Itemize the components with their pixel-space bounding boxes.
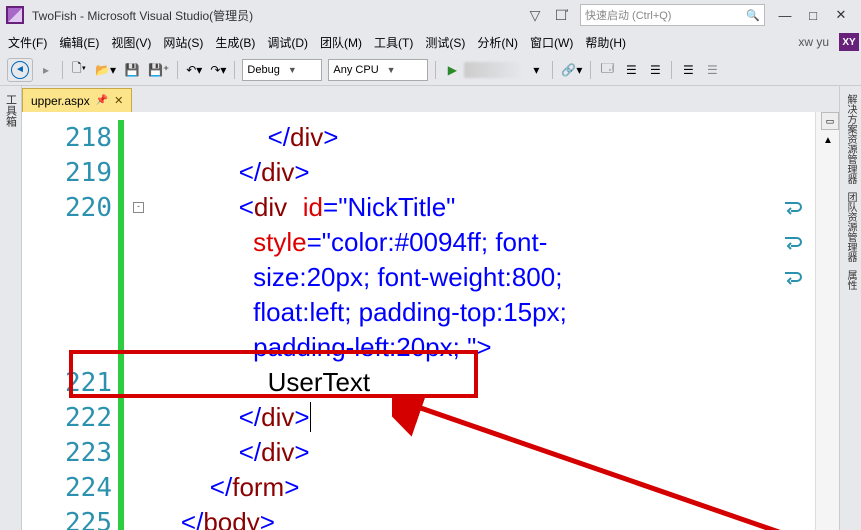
solution-explorer-tab[interactable]: 解决方案资源管理器 bbox=[843, 94, 858, 184]
toolbox-icon[interactable]: 🗔 bbox=[596, 58, 618, 82]
left-tool-rail[interactable]: 工具箱 bbox=[0, 86, 22, 530]
properties-tab[interactable]: 属性 bbox=[843, 270, 858, 290]
workspace: 工具箱 upper.aspx 📌 ✕ ▭ ▲ 218 </div> bbox=[0, 86, 861, 530]
change-marker bbox=[118, 190, 124, 225]
line-number: 219 bbox=[22, 158, 118, 188]
tab-close-icon[interactable]: ✕ bbox=[114, 94, 123, 107]
menu-team[interactable]: 团队(M) bbox=[314, 31, 368, 54]
menu-analyze[interactable]: 分析(N) bbox=[471, 31, 524, 54]
toolbox-panel-tab[interactable]: 工具箱 bbox=[3, 94, 19, 127]
line-number: 218 bbox=[22, 123, 118, 153]
menu-debug[interactable]: 调试(D) bbox=[261, 31, 314, 54]
nav-forward-button[interactable]: ▸ bbox=[35, 58, 57, 82]
wrap-indicator-icon bbox=[783, 267, 803, 287]
vs-logo-icon bbox=[6, 6, 24, 24]
menu-view[interactable]: 视图(V) bbox=[105, 31, 157, 54]
menu-bar: 文件(F) 编辑(E) 视图(V) 网站(S) 生成(B) 调试(D) 团队(M… bbox=[0, 30, 861, 54]
open-file-button[interactable]: 📂▾ bbox=[92, 58, 119, 82]
change-marker bbox=[118, 295, 124, 330]
close-button[interactable]: ✕ bbox=[827, 4, 855, 26]
indent-icon[interactable]: ☰ bbox=[620, 58, 642, 82]
nav-back-button[interactable]: ◄ bbox=[7, 58, 33, 82]
toolbar: ◄ ▸ 🗋▾ 📂▾ 💾 💾⁺ ↶▾ ↷▾ Debug▼ Any CPU▼ ▶ ▾… bbox=[0, 54, 861, 86]
wrap-indicator-icon bbox=[783, 232, 803, 252]
quick-launch-input[interactable]: 快速启动 (Ctrl+Q) 🔍 bbox=[580, 4, 765, 26]
wrap-indicator-icon bbox=[783, 197, 803, 217]
notification-icon[interactable]: ▽ bbox=[525, 5, 545, 25]
right-tool-rail: 解决方案资源管理器 团队资源管理器 属性 bbox=[839, 86, 861, 530]
outdent-icon[interactable]: ☰ bbox=[644, 58, 666, 82]
line-number: 220 bbox=[22, 193, 118, 223]
user-badge[interactable]: XY bbox=[839, 33, 859, 51]
redo-button[interactable]: ↷▾ bbox=[207, 58, 229, 82]
new-project-button[interactable]: 🗋▾ bbox=[68, 58, 90, 82]
comment-icon[interactable]: ☰ bbox=[677, 58, 699, 82]
tab-label: upper.aspx bbox=[31, 94, 90, 108]
uncomment-icon[interactable]: ☰ bbox=[701, 58, 723, 82]
platform-dropdown[interactable]: Any CPU▼ bbox=[328, 59, 428, 81]
menu-file[interactable]: 文件(F) bbox=[2, 31, 53, 54]
change-marker bbox=[118, 260, 124, 295]
menu-window[interactable]: 窗口(W) bbox=[524, 31, 579, 54]
minimize-button[interactable]: — bbox=[771, 4, 799, 26]
undo-button[interactable]: ↶▾ bbox=[183, 58, 205, 82]
line-number: 223 bbox=[22, 438, 118, 468]
menu-tools[interactable]: 工具(T) bbox=[368, 31, 419, 54]
menu-edit[interactable]: 编辑(E) bbox=[53, 31, 105, 54]
change-marker bbox=[118, 400, 124, 435]
start-button[interactable]: ▶ bbox=[441, 58, 463, 82]
editor-tabs: upper.aspx 📌 ✕ bbox=[22, 86, 839, 112]
tab-upper-aspx[interactable]: upper.aspx 📌 ✕ bbox=[22, 88, 132, 112]
line-number: 225 bbox=[22, 508, 118, 530]
config-dropdown[interactable]: Debug▼ bbox=[242, 59, 322, 81]
search-icon: 🔍 bbox=[746, 9, 760, 22]
menu-website[interactable]: 网站(S) bbox=[157, 31, 209, 54]
editor-area: upper.aspx 📌 ✕ ▭ ▲ 218 </div> 219 bbox=[22, 86, 839, 530]
feedback-icon[interactable]: ☐̕ bbox=[551, 5, 571, 25]
change-marker bbox=[118, 120, 124, 155]
change-marker bbox=[118, 225, 124, 260]
line-number: 222 bbox=[22, 403, 118, 433]
menu-build[interactable]: 生成(B) bbox=[209, 31, 261, 54]
change-marker bbox=[118, 505, 124, 530]
code-editor[interactable]: ▭ ▲ 218 </div> 219 </div> 220 bbox=[22, 112, 839, 530]
quick-launch-placeholder: 快速启动 (Ctrl+Q) bbox=[585, 7, 671, 23]
maximize-button[interactable]: □ bbox=[799, 4, 827, 26]
start-label-blur bbox=[464, 62, 524, 78]
title-bar: TwoFish - Microsoft Visual Studio(管理员) ▽… bbox=[0, 0, 861, 30]
line-number: 224 bbox=[22, 473, 118, 503]
menu-test[interactable]: 测试(S) bbox=[419, 31, 471, 54]
change-marker bbox=[118, 435, 124, 470]
start-dropdown[interactable]: ▾ bbox=[525, 58, 547, 82]
team-explorer-tab[interactable]: 团队资源管理器 bbox=[843, 192, 858, 262]
pin-icon[interactable]: 📌 bbox=[96, 95, 108, 106]
change-marker bbox=[118, 155, 124, 190]
user-name[interactable]: xw yu bbox=[792, 35, 835, 49]
browser-link-button[interactable]: 🔗▾ bbox=[558, 58, 585, 82]
window-title: TwoFish - Microsoft Visual Studio(管理员) bbox=[32, 7, 253, 24]
change-marker bbox=[118, 470, 124, 505]
save-button[interactable]: 💾 bbox=[121, 58, 143, 82]
menu-help[interactable]: 帮助(H) bbox=[579, 31, 632, 54]
annotation-highlight bbox=[69, 350, 478, 398]
fold-toggle[interactable]: - bbox=[133, 202, 144, 213]
save-all-button[interactable]: 💾⁺ bbox=[145, 58, 172, 82]
